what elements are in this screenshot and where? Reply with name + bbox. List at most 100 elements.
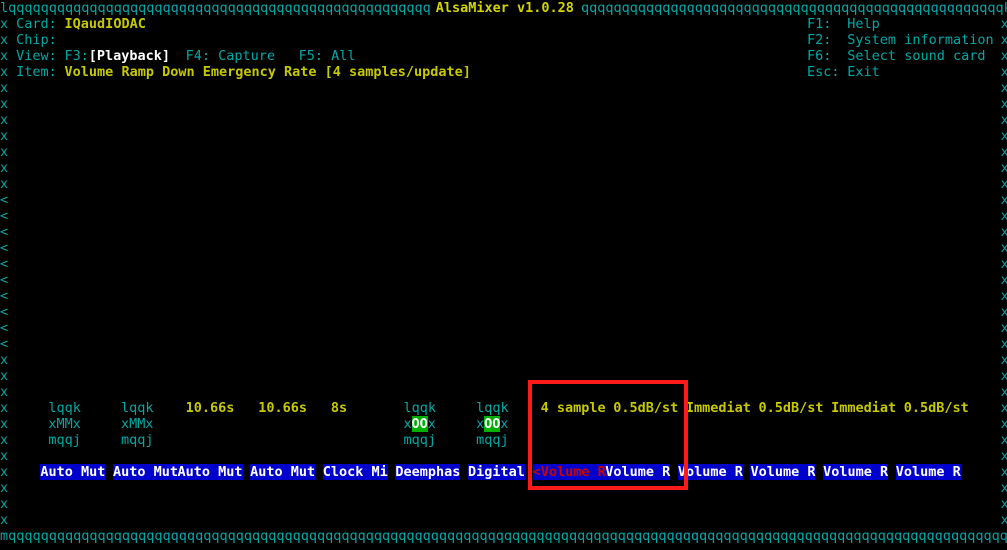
border-left-cell: x [0,416,9,432]
border-left-cell: < [0,256,9,272]
control-label-5[interactable]: Deemphas [395,464,461,480]
switch-state-5[interactable]: OO [411,416,428,432]
switch-box-top-1: lqqk [121,400,154,416]
switch-box-bottom-0: mqqj [48,432,81,448]
border-left-cell: x [0,128,9,144]
help-desc-1[interactable]: System information [847,32,993,48]
view-f3-label[interactable]: [Playback] [89,48,170,64]
border-left-cell: x [0,112,9,128]
switch-box-top-6: lqqk [476,400,509,416]
help-key-2[interactable]: F6: [807,48,831,64]
border-right-cell: x [1000,80,1007,96]
card-value: IQaudIODAC [64,16,146,32]
switch-box-top-5: lqqk [403,400,436,416]
switch-box-bottom-6: mqqj [476,432,509,448]
border-left-cell: x [0,448,9,464]
border-left-cell: < [0,224,9,240]
view-f4[interactable]: F4: Capture [186,48,275,64]
border-left-cell: < [0,192,9,208]
help-key-3[interactable]: Esc: [807,64,840,80]
border-right-cell: x [1000,48,1007,64]
switch-box-bottom-1: mqqj [121,432,154,448]
border-left-cell: x [0,384,9,400]
border-right-cell: x [1000,496,1007,512]
control-label-12[interactable]: Volume R [895,464,961,480]
border-right-cell: x [1000,64,1007,80]
border-right-cell: x [1000,448,1007,464]
control-value-11: Immediat [831,400,897,416]
app-title: AlsaMixer v1.0.28 [435,0,574,16]
border-right-cell: x [1000,352,1007,368]
title-spacer [428,0,436,16]
border-right-cell: x [1000,512,1007,528]
control-label-8[interactable]: Volume R [605,464,671,480]
border-left-cell: x [0,16,9,32]
view-label: View: [16,48,57,64]
border-left-cell: x [0,368,9,384]
border-left-cell: x [0,96,9,112]
view-f3-key[interactable]: F3: [65,48,89,64]
border-right-cell: x [1000,32,1007,48]
border-right-cell: x [1000,384,1007,400]
switch-box-left-0: x [48,416,57,432]
control-label-2[interactable]: Auto Mut [177,464,243,480]
border-left-cell: x [0,160,9,176]
switch-box-right-1: x [145,416,154,432]
control-value-12: 0.5dB/st [903,400,969,416]
border-right-cell: x [1000,240,1007,256]
border-left-cell: x [0,32,9,48]
border-left-cell: < [0,208,9,224]
border-right-cell: x [1000,432,1007,448]
switch-state-6[interactable]: OO [484,416,501,432]
control-label-0[interactable]: Auto Mut [40,464,106,480]
border-right-cell: x [1000,464,1007,480]
border-left-cell: < [0,304,9,320]
control-value-2: 10.66s [185,400,235,416]
border-right-cell: x [1000,320,1007,336]
border-left-cell: x [0,352,9,368]
help-desc-0[interactable]: Help [847,16,880,32]
switch-state-1[interactable]: MM [129,416,145,432]
border-top-right-segment: qqqqqqqqqqqqqqqqqqqqqqqqqqqqqqqqqqqqqqqq… [581,0,1007,16]
help-key-1[interactable]: F2: [807,32,831,48]
border-right-cell: x [1000,96,1007,112]
border-left-cell: x [0,64,9,80]
border-left-cell: x [0,48,9,64]
control-value-3: 10.66s [258,400,307,416]
control-value-7: 4 sample [540,400,606,416]
control-label-9[interactable]: Volume R [677,464,743,480]
switch-box-right-0: x [72,416,81,432]
help-desc-2[interactable]: Select sound card [847,48,985,64]
border-left-cell: x [0,512,9,528]
control-label-6[interactable]: Digital [468,464,525,480]
control-label-3[interactable]: Auto Mut [250,464,316,480]
control-label-4[interactable]: Clock Mi [322,464,388,480]
switch-box-left-5: x [403,416,412,432]
switch-box-bottom-5: mqqj [403,432,436,448]
help-desc-3[interactable]: Exit [847,64,880,80]
terminal-character-grid: lqqqqqqqqqqqqqqqqqqqqqqqqqqqqqqqqqqqqqqq… [0,0,1007,550]
border-right-cell: x [1000,336,1007,352]
switch-state-0[interactable]: MM [56,416,72,432]
alsamixer-terminal-window: lqqqqqqqqqqqqqqqqqqqqqqqqqqqqqqqqqqqqqqq… [0,0,1007,550]
border-right-cell: x [1000,288,1007,304]
border-right-cell: x [1000,304,1007,320]
border-bottom: mqqqqqqqqqqqqqqqqqqqqqqqqqqqqqqqqqqqqqqq… [0,528,1007,544]
border-left-cell: x [0,400,9,416]
border-right-cell: x [1000,368,1007,384]
control-label-1[interactable]: Auto Mut [112,464,178,480]
switch-box-left-1: x [121,416,130,432]
help-key-0[interactable]: F1: [807,16,831,32]
switch-box-right-6: x [500,416,509,432]
border-right-cell: x [1000,272,1007,288]
card-label: Card: [16,16,57,32]
border-right-cell: x [1000,208,1007,224]
control-label-selected-7[interactable]: <Volume R> [532,464,614,480]
view-f5[interactable]: F5: All [299,48,356,64]
control-label-10[interactable]: Volume R [750,464,816,480]
border-left-cell: < [0,320,9,336]
control-value-10: 0.5dB/st [758,400,824,416]
control-label-11[interactable]: Volume R [823,464,889,480]
control-value-9: Immediat [685,400,751,416]
border-left-cell: < [0,272,9,288]
